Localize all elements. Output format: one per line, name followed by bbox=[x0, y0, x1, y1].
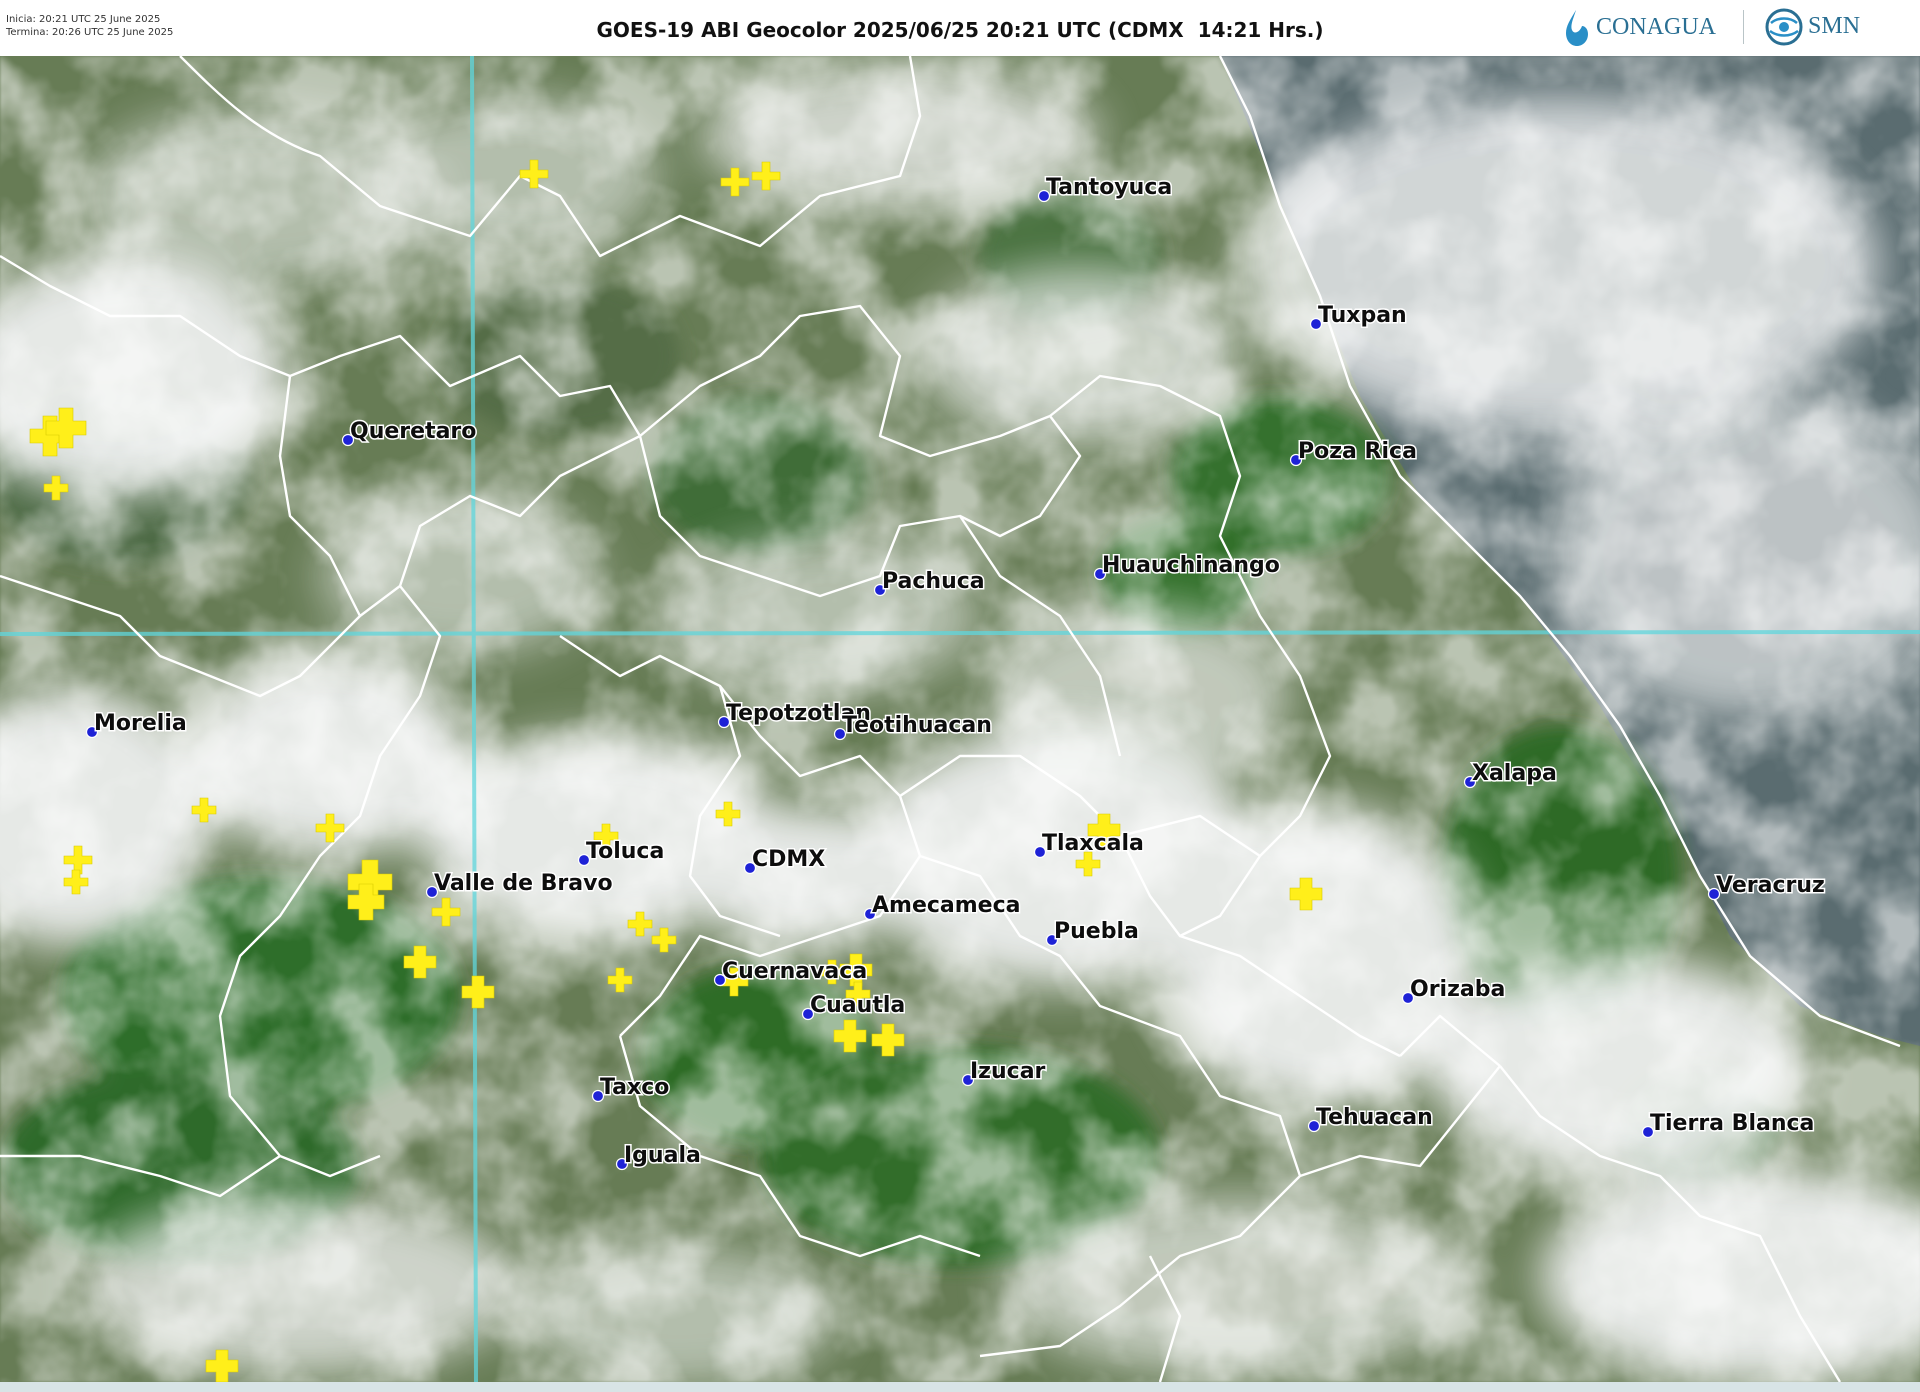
logo-divider bbox=[1743, 10, 1744, 44]
city-label-queretaro: Queretaro bbox=[350, 419, 476, 444]
conagua-logo-text: CONAGUA bbox=[1596, 14, 1717, 40]
city-label-pachuca: Pachuca bbox=[882, 569, 985, 594]
header-bar: Inicia: 20:21 UTC 25 June 2025 Termina: … bbox=[0, 0, 1920, 57]
city-label-toluca: Toluca bbox=[586, 839, 664, 864]
city-label-teotihuacan: Teotihuacan bbox=[842, 713, 992, 738]
city-label-tuxpan: Tuxpan bbox=[1318, 303, 1407, 328]
city-label-puebla: Puebla bbox=[1054, 919, 1139, 944]
city-label-veracruz: Veracruz bbox=[1716, 873, 1825, 898]
bottom-border bbox=[0, 1382, 1920, 1392]
city-label-tantoyuca: Tantoyuca bbox=[1046, 175, 1172, 200]
city-label-xalapa: Xalapa bbox=[1472, 761, 1557, 786]
city-label-orizaba: Orizaba bbox=[1410, 977, 1505, 1002]
city-label-huauchinango: Huauchinango bbox=[1102, 553, 1280, 578]
conagua-logo: CONAGUA bbox=[1566, 10, 1717, 46]
city-label-cuernavaca: Cuernavaca bbox=[722, 959, 867, 984]
city-label-amecameca: Amecameca bbox=[872, 893, 1021, 918]
satellite-map: Tantoyuca Tuxpan Queretaro Poza Rica Pac… bbox=[0, 56, 1920, 1382]
city-label-tehuacan: Tehuacan bbox=[1316, 1105, 1433, 1130]
city-label-poza-rica: Poza Rica bbox=[1298, 439, 1417, 464]
water-drop-icon bbox=[1566, 10, 1588, 46]
smn-logo-text: SMN bbox=[1808, 13, 1860, 39]
city-label-cuautla: Cuautla bbox=[810, 993, 905, 1018]
city-label-cdmx: CDMX bbox=[752, 847, 825, 872]
globe-icon bbox=[1765, 8, 1803, 46]
city-label-tlaxcala: Tlaxcala bbox=[1042, 831, 1144, 856]
smn-logo: SMN bbox=[1765, 8, 1860, 46]
city-label-izucar: Izucar bbox=[970, 1059, 1046, 1084]
city-label-morelia: Morelia bbox=[94, 711, 187, 736]
city-label-iguala: Iguala bbox=[624, 1143, 701, 1168]
city-label-taxco: Taxco bbox=[600, 1075, 669, 1100]
satellite-image-frame: Inicia: 20:21 UTC 25 June 2025 Termina: … bbox=[0, 0, 1920, 1392]
geocolor-image: Tantoyuca Tuxpan Queretaro Poza Rica Pac… bbox=[0, 56, 1920, 1382]
city-label-valle-de-bravo: Valle de Bravo bbox=[434, 871, 613, 896]
city-label-tierra-blanca: Tierra Blanca bbox=[1650, 1111, 1814, 1136]
